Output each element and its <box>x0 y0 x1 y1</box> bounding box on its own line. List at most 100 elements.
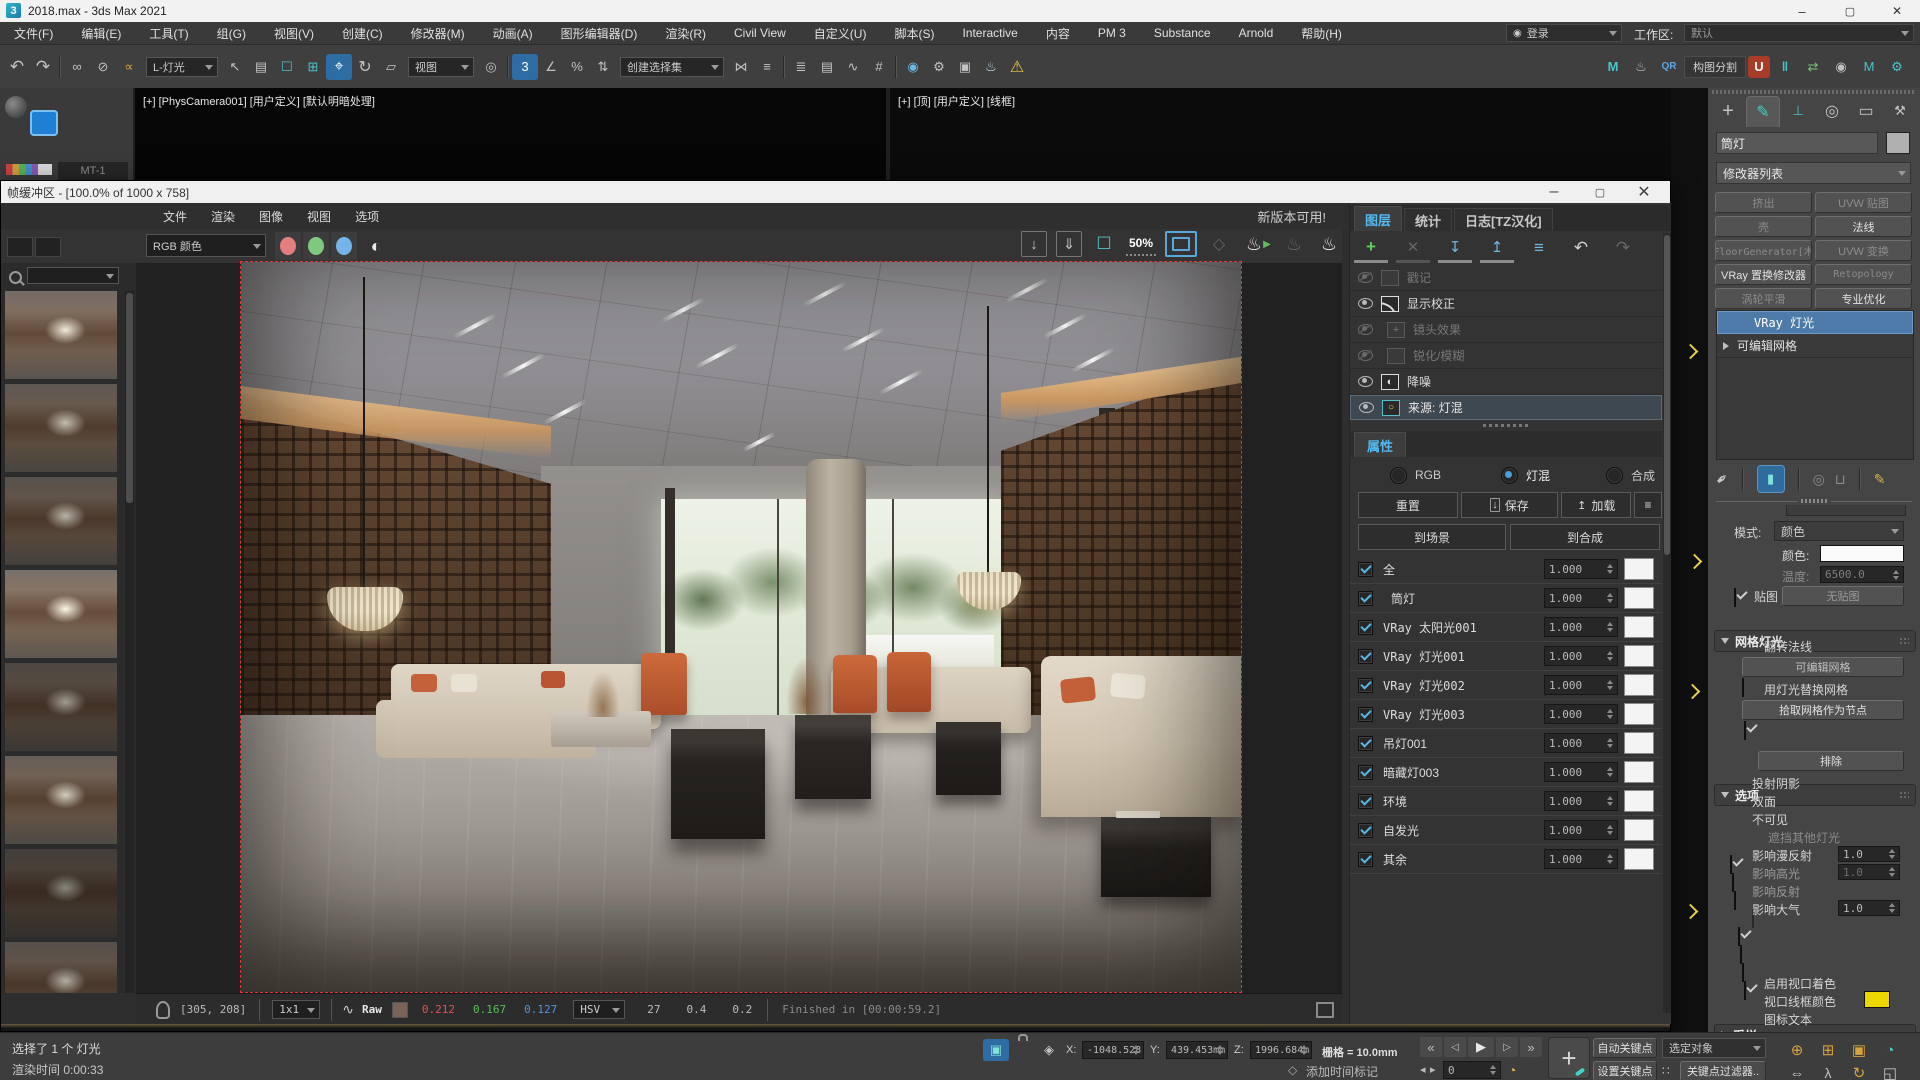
lightmix-row[interactable]: 环境 1.000 <box>1350 787 1662 816</box>
lightmix-value[interactable]: 1.000 <box>1544 675 1618 695</box>
modify-tab-icon[interactable]: ✎ <box>1746 96 1780 127</box>
history-thumbnail[interactable] <box>5 942 117 993</box>
vfb-layout-icon[interactable] <box>1316 1002 1334 1018</box>
vfb-close-button[interactable]: ✕ <box>1624 181 1664 203</box>
history-thumbnail[interactable] <box>5 663 117 751</box>
layer-visibility-icon[interactable] <box>1358 324 1373 335</box>
affect-atmospherics-checkbox[interactable] <box>1744 981 1746 1000</box>
tab-log[interactable]: 日志[TZ汉化] <box>1454 208 1553 231</box>
pixel-ratio-dropdown[interactable]: 1x1 <box>272 1000 320 1019</box>
select-link-icon[interactable]: ∞ <box>64 54 90 80</box>
person-plugin-icon[interactable]: ◉ <box>1828 54 1854 80</box>
menu-content[interactable]: 内容 <box>1032 25 1084 42</box>
material-editor-icon[interactable]: ◉ <box>900 54 926 80</box>
vfb-channel-dropdown[interactable]: RGB 颜色 <box>146 234 266 257</box>
probe-mode[interactable]: Raw <box>362 1003 382 1016</box>
menu-animation[interactable]: 动画(A) <box>479 25 547 42</box>
history-ab-button[interactable] <box>7 237 33 257</box>
x-coordinate-field[interactable]: -1048.528 <box>1082 1041 1144 1059</box>
vfb-minimize-button[interactable]: – <box>1534 181 1574 203</box>
layer-row-denoise[interactable]: ◐ 降噪 <box>1350 369 1662 395</box>
lightmix-row[interactable]: 暗藏灯003 1.000 <box>1350 758 1662 787</box>
invisible-checkbox[interactable] <box>1734 891 1736 910</box>
render-last-icon[interactable]: ♨ <box>1241 231 1267 257</box>
menu-file[interactable]: 文件(F) <box>0 25 67 42</box>
lightmix-checkbox[interactable] <box>1358 765 1373 780</box>
create-tab-icon[interactable]: + <box>1712 96 1744 126</box>
orbit-icon[interactable]: ↻ <box>1846 1060 1872 1080</box>
redo-icon[interactable]: ↷ <box>30 54 56 80</box>
lightmix-color-swatch[interactable] <box>1624 790 1654 812</box>
lightmix-checkbox[interactable] <box>1358 736 1373 751</box>
layer-manager-icon[interactable]: ≣ <box>788 54 814 80</box>
pin-stack-icon[interactable]: ✒ <box>1712 468 1733 490</box>
select-object-icon[interactable]: ↖ <box>222 54 248 80</box>
menu-rendering[interactable]: 渲染(R) <box>651 25 720 42</box>
move-tool-icon[interactable]: ⌖ <box>326 54 352 80</box>
show-end-result-icon[interactable]: ▮ <box>1757 465 1785 493</box>
material-sample-icon[interactable] <box>5 96 27 118</box>
undo-icon[interactable]: ↶ <box>4 54 30 80</box>
modifier-button-floorgenerator[interactable]: FloorGenerator[木 <box>1715 240 1812 261</box>
lightmix-value[interactable]: 1.000 <box>1544 617 1618 637</box>
modifier-button-retopology[interactable]: Retopology <box>1815 264 1912 285</box>
history-scrollbar-thumb[interactable] <box>126 293 133 503</box>
menu-scripting[interactable]: 脚本(S) <box>880 25 948 42</box>
save-image-icon[interactable]: ↓ <box>1021 231 1047 257</box>
save-all-channels-icon[interactable]: ⇓ <box>1056 231 1082 257</box>
rollout-grip[interactable] <box>1899 791 1909 799</box>
vfb-update-notice[interactable]: 新版本可用! <box>1257 207 1326 226</box>
add-key-button[interactable]: + <box>1548 1037 1590 1079</box>
lightmix-row[interactable]: 全 1.000 <box>1350 555 1662 584</box>
affect-specular-field[interactable]: 1.0 <box>1838 864 1900 880</box>
teapot-plugin-icon[interactable]: ♨ <box>1628 54 1654 80</box>
login-dropdown[interactable]: ◉ 登录 <box>1506 24 1622 42</box>
lightmix-value[interactable]: 1.000 <box>1544 791 1618 811</box>
prev-frame-icon[interactable]: ◂ <box>1420 1063 1426 1076</box>
lightmix-checkbox[interactable] <box>1358 707 1373 722</box>
remove-modifier-icon[interactable]: ⊔ <box>1835 471 1846 488</box>
panel-splitter[interactable] <box>1350 421 1662 429</box>
history-ab2-button[interactable] <box>35 237 61 257</box>
history-thumbnail[interactable] <box>5 291 117 379</box>
close-button[interactable]: ✕ <box>1874 0 1920 22</box>
affect-diffuse-checkbox[interactable] <box>1738 927 1740 946</box>
y-coordinate-field[interactable]: 439.453mm <box>1166 1041 1228 1059</box>
isolate-select-icon[interactable]: ◇ <box>1206 231 1232 257</box>
hierarchy-tab-icon[interactable]: ⊥ <box>1782 96 1814 126</box>
history-filter-dropdown[interactable] <box>27 267 119 284</box>
wire-color-swatch[interactable] <box>1864 991 1890 1008</box>
lightmix-value[interactable]: 1.000 <box>1544 704 1618 724</box>
layer-visibility-icon[interactable] <box>1358 376 1373 387</box>
lightmix-color-swatch[interactable] <box>1624 674 1654 696</box>
exclude-button[interactable]: 排除 <box>1758 751 1904 771</box>
modifier-button-turbosmooth[interactable]: 涡轮平滑 <box>1715 288 1812 309</box>
modifier-button-prooptimizer[interactable]: 专业优化 <box>1815 288 1912 309</box>
modifier-button-uvw-xform[interactable]: UVW 变换 <box>1815 240 1912 261</box>
map-checkbox[interactable] <box>1734 588 1736 607</box>
layer-visibility-icon[interactable] <box>1358 350 1373 361</box>
u-plugin-icon[interactable]: U <box>1748 56 1770 78</box>
reference-coord-dropdown[interactable]: 视图 <box>408 57 474 77</box>
mono-channel-icon[interactable]: ◐ <box>363 233 389 259</box>
pixel-probe-icon[interactable] <box>156 1001 170 1019</box>
lightmix-checkbox[interactable] <box>1358 620 1373 635</box>
save-button[interactable]: ↓保存 <box>1461 492 1559 518</box>
isolate-selection-icon[interactable]: ▣ <box>983 1039 1009 1061</box>
menu-pm3[interactable]: PM 3 <box>1084 26 1140 40</box>
tab-layers[interactable]: 图层 <box>1354 206 1402 231</box>
layer-row-lens-effects[interactable]: + 镜头效果 <box>1350 317 1662 343</box>
history-thumbnail[interactable] <box>5 477 117 565</box>
object-name-field[interactable]: 筒灯 <box>1716 132 1878 154</box>
select-by-name-icon[interactable]: ▤ <box>248 54 274 80</box>
minimize-button[interactable]: – <box>1780 0 1824 22</box>
lightmix-color-swatch[interactable] <box>1624 558 1654 580</box>
mode-dropdown[interactable]: 颜色 <box>1774 521 1904 541</box>
rendered-image[interactable] <box>241 262 1241 992</box>
lightmix-value[interactable]: 1.000 <box>1544 762 1618 782</box>
delete-layer-icon[interactable]: ✕ <box>1396 234 1430 263</box>
auto-key-button[interactable]: 自动关键点 <box>1593 1038 1657 1058</box>
editable-mesh-button[interactable]: 可编辑网格 <box>1742 657 1904 677</box>
lightmix-row[interactable]: VRay 灯光003 1.000 <box>1350 700 1662 729</box>
red-channel-button[interactable] <box>275 232 301 260</box>
